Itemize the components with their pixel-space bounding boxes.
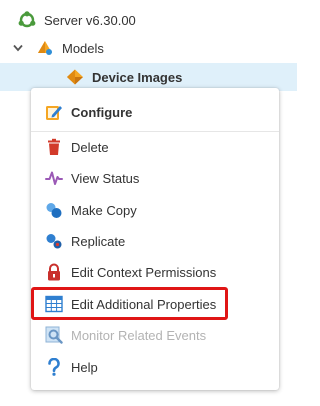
menu-item-label: Replicate <box>71 233 126 249</box>
menu-item-label: Edit Context Permissions <box>71 264 217 280</box>
help-icon <box>45 358 63 376</box>
monitor-events-icon <box>45 326 63 344</box>
replicate-icon <box>45 232 63 250</box>
lock-icon <box>45 263 63 281</box>
configure-icon <box>45 103 63 121</box>
highlight-box <box>31 287 228 320</box>
menu-item-make-copy[interactable]: Make Copy <box>31 195 279 225</box>
server-icon <box>18 11 36 29</box>
menu-item-edit-context-permissions[interactable]: Edit Context Permissions <box>31 257 279 287</box>
menu-item-monitor-related-events: Monitor Related Events <box>31 320 279 350</box>
menu-item-label: View Status <box>71 170 140 186</box>
pulse-icon <box>45 169 63 187</box>
menu-item-replicate[interactable]: Replicate <box>31 226 279 256</box>
menu-item-label: Delete <box>71 139 109 155</box>
server-label: Server v6.30.00 <box>44 12 136 28</box>
tree-item-server[interactable]: Server v6.30.00 <box>18 7 136 33</box>
copy-icon <box>45 201 63 219</box>
device-images-icon <box>66 68 84 86</box>
menu-item-delete[interactable]: Delete <box>31 132 279 162</box>
context-menu: Configure Delete View Status Make Copy R… <box>31 88 279 390</box>
menu-item-label: Configure <box>71 104 133 120</box>
chevron-down-icon[interactable] <box>12 42 24 54</box>
menu-item-label: Monitor Related Events <box>71 327 207 343</box>
device-images-label: Device Images <box>92 69 183 85</box>
menu-item-label: Make Copy <box>71 202 137 218</box>
menu-item-help[interactable]: Help <box>31 352 279 382</box>
menu-item-label: Help <box>71 359 98 375</box>
tree-item-device-images[interactable]: Device Images <box>0 63 297 91</box>
models-label: Models <box>62 40 104 56</box>
tree-item-models[interactable]: Models <box>12 35 104 61</box>
models-icon <box>36 39 54 57</box>
menu-item-configure[interactable]: Configure <box>31 97 279 127</box>
menu-item-view-status[interactable]: View Status <box>31 163 279 193</box>
trash-icon <box>45 138 63 156</box>
